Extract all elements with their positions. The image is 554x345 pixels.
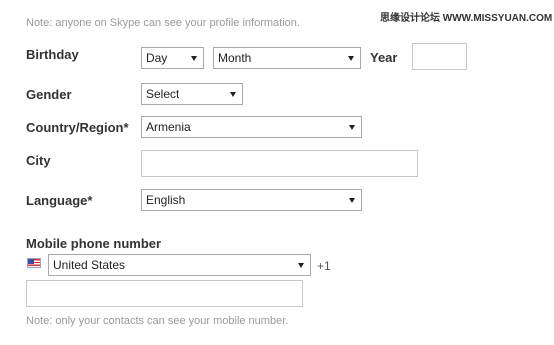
birthday-year-label: Year (370, 50, 398, 65)
birthday-month-value: Month (218, 51, 252, 65)
city-input[interactable] (141, 150, 418, 177)
language-label: Language* (26, 193, 93, 208)
mobile-country-select[interactable]: United States (48, 254, 311, 276)
language-select[interactable]: English (141, 189, 362, 211)
country-label: Country/Region* (26, 120, 129, 135)
mobile-country-value: United States (53, 258, 126, 272)
profile-visibility-note: Note: anyone on Skype can see your profi… (26, 17, 300, 29)
us-flag-icon (27, 258, 41, 268)
chevron-down-icon (348, 55, 354, 61)
mobile-number-input[interactable] (26, 280, 303, 307)
language-value: English (146, 193, 186, 207)
mobile-label: Mobile phone number (26, 236, 162, 251)
gender-select[interactable]: Select (141, 83, 243, 105)
mobile-visibility-note: Note: only your contacts can see your mo… (26, 315, 289, 327)
country-select[interactable]: Armenia (141, 116, 362, 138)
chevron-down-icon (230, 91, 236, 97)
chevron-down-icon (349, 197, 355, 203)
gender-label: Gender (26, 87, 72, 102)
birthday-day-select[interactable]: Day (141, 47, 204, 69)
mobile-country-code: +1 (317, 259, 331, 273)
birthday-year-input[interactable] (412, 43, 467, 70)
birthday-label: Birthday (26, 47, 79, 62)
city-label: City (26, 153, 51, 168)
chevron-down-icon (298, 262, 304, 268)
birthday-month-select[interactable]: Month (213, 47, 361, 69)
country-value: Armenia (146, 120, 191, 134)
gender-value: Select (146, 87, 180, 101)
chevron-down-icon (191, 55, 197, 61)
watermark: 思缘设计论坛 WWW.MISSYUAN.COM (380, 13, 553, 24)
birthday-day-value: Day (146, 51, 168, 65)
chevron-down-icon (349, 124, 355, 130)
